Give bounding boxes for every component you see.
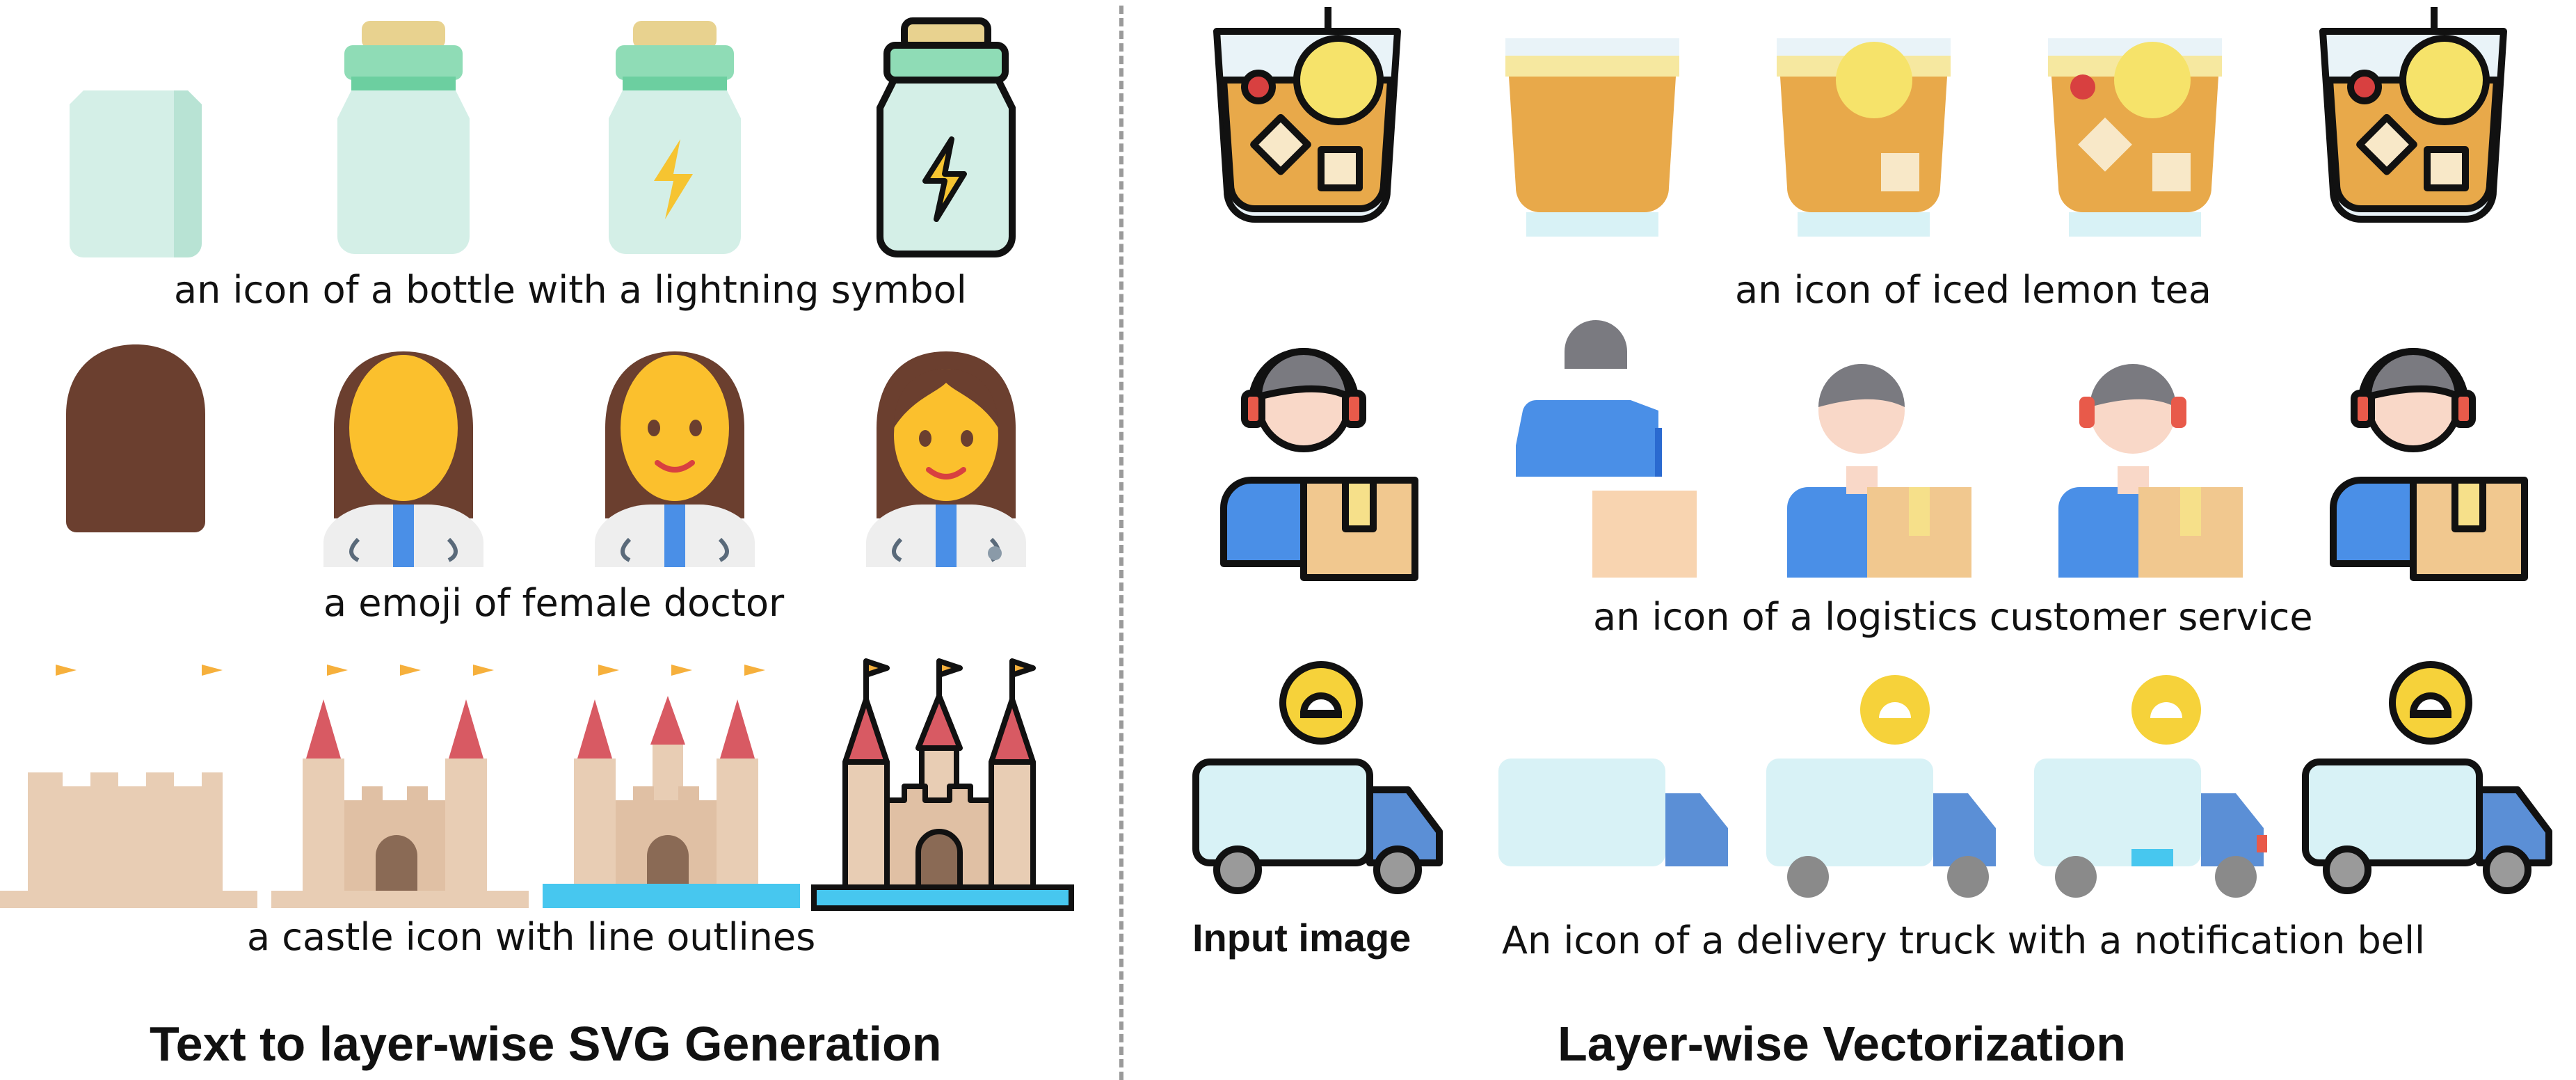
female-doctor-icon [595, 351, 755, 567]
iced-tea-icon [1505, 38, 1679, 237]
right-panel-heading: Layer-wise Vectorization [1558, 1017, 2126, 1071]
input-image-label: Input image [1192, 916, 1411, 960]
customer-service-icon [2330, 348, 2528, 581]
castle-icon [0, 665, 257, 908]
customer-service-icon [1516, 320, 1697, 578]
left-panel-heading: Text to layer-wise SVG Generation [150, 1017, 942, 1071]
caption-iced-tea: an icon of iced lemon tea [1735, 268, 2211, 312]
castle-icon [811, 658, 1074, 911]
caption-doctor: a emoji of female doctor [323, 581, 785, 625]
bottle-icon [877, 17, 1016, 257]
customer-service-icon [1220, 348, 1418, 581]
iced-tea-icon [2048, 38, 2222, 237]
castle-icon [271, 665, 529, 908]
vectorization-panel: an icon of iced lemon tea an icon of a l… [1123, 0, 2576, 1080]
bottle-icon [70, 90, 202, 257]
female-doctor-icon [866, 351, 1026, 567]
customer-service-icon [2058, 364, 2243, 578]
bottle-icon [337, 21, 470, 254]
bottle-icon [609, 21, 741, 254]
customer-service-icon [1787, 364, 1971, 578]
iced-tea-icon [1777, 38, 1951, 237]
iced-tea-icon [1213, 7, 1401, 223]
caption-castle: a castle icon with line outlines [247, 915, 816, 959]
castle-icon [543, 665, 800, 908]
iced-tea-icon [2319, 7, 2507, 223]
caption-bottle: an icon of a bottle with a lightning sym… [174, 268, 967, 312]
text-to-svg-panel: an icon of a bottle with a lightning sym… [0, 0, 1120, 1080]
caption-customer-service: an icon of a logistics customer service [1593, 595, 2313, 639]
female-doctor-icon [66, 344, 205, 532]
female-doctor-icon [323, 351, 483, 567]
caption-delivery-truck: An icon of a delivery truck with a notif… [1502, 919, 2425, 962]
delivery-truck-icon [1766, 675, 1996, 898]
delivery-truck-icon [2302, 661, 2552, 894]
delivery-truck-icon [1498, 759, 1728, 866]
delivery-truck-icon [1192, 661, 1443, 894]
delivery-truck-icon [2034, 675, 2267, 898]
